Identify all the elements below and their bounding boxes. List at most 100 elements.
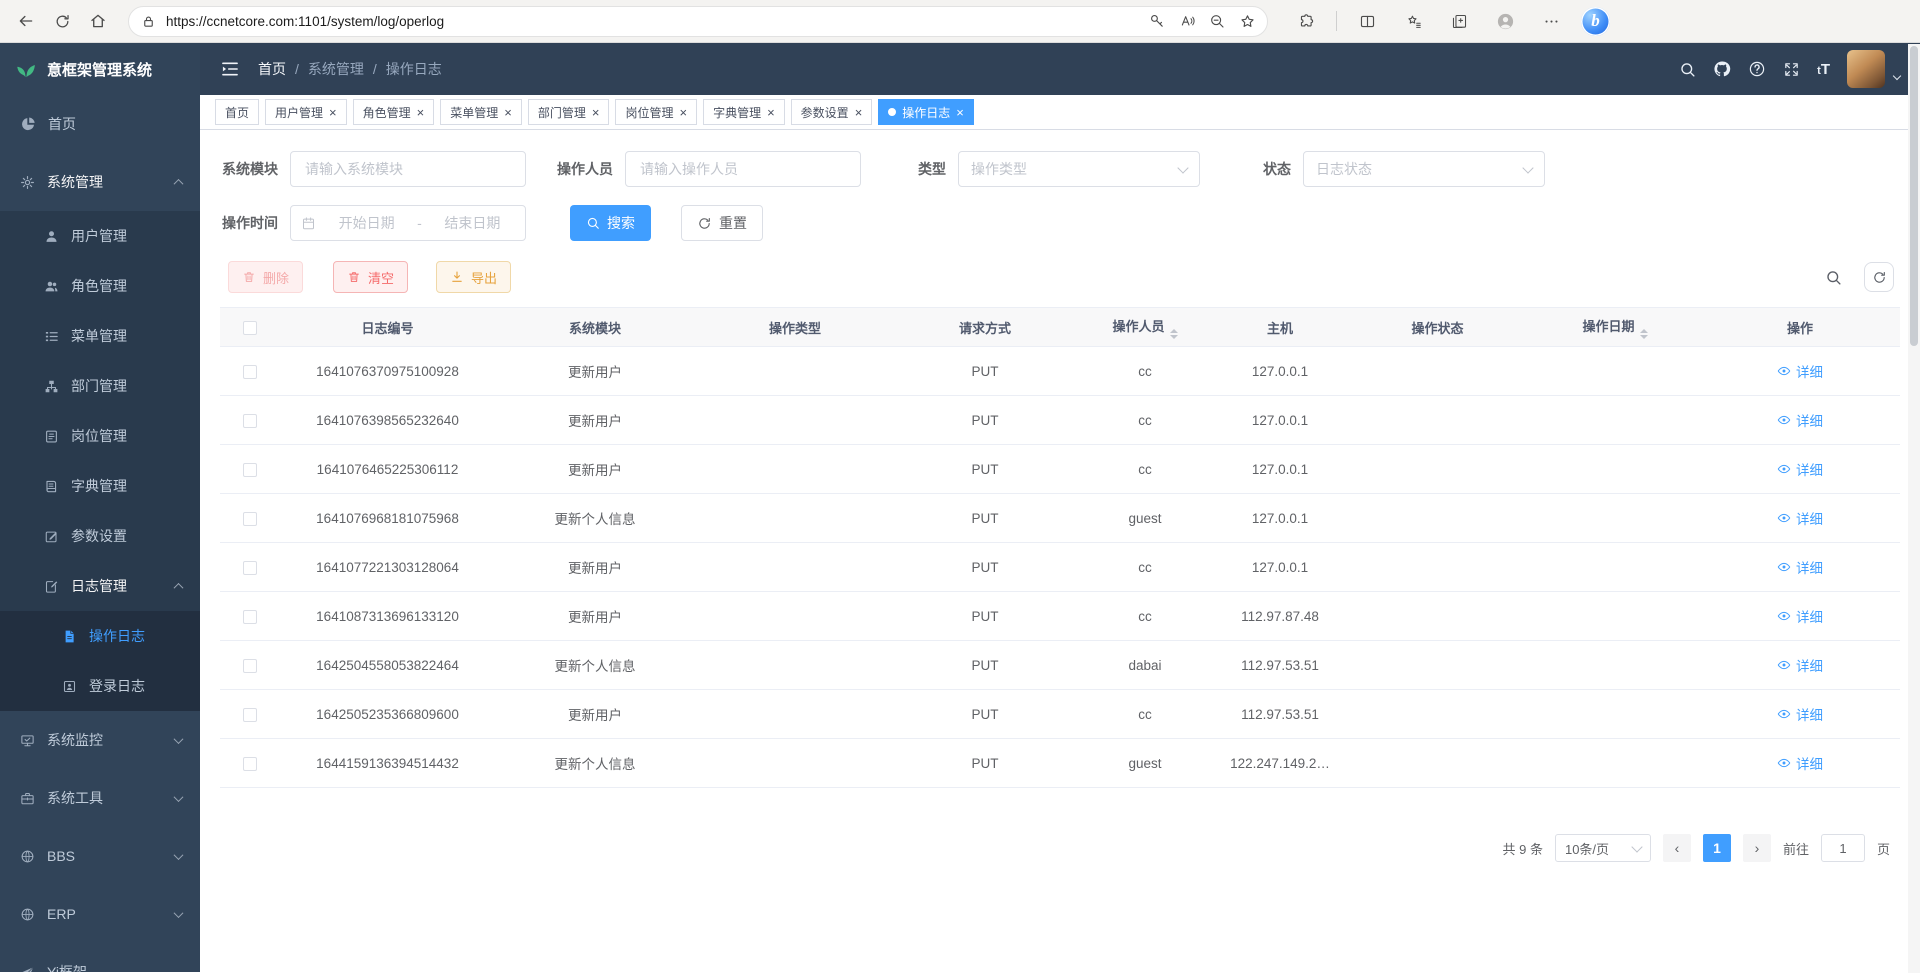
select-all-checkbox[interactable] bbox=[243, 321, 257, 335]
sidebar-item-角色管理[interactable]: 角色管理 bbox=[0, 261, 200, 311]
sidebar-item-部门管理[interactable]: 部门管理 bbox=[0, 361, 200, 411]
close-icon[interactable]: × bbox=[679, 106, 687, 119]
sidebar-item-系统管理[interactable]: 系统管理 bbox=[0, 153, 200, 211]
tab-部门管理[interactable]: 部门管理× bbox=[528, 99, 610, 125]
row-checkbox[interactable] bbox=[243, 659, 257, 673]
copilot-icon[interactable]: b bbox=[1581, 7, 1610, 36]
sidebar-item-系统监控[interactable]: 系统监控 bbox=[0, 711, 200, 769]
detail-link[interactable]: 详细 bbox=[1777, 704, 1823, 724]
sidebar-item-系统工具[interactable]: 系统工具 bbox=[0, 769, 200, 827]
sort-caret-icon[interactable] bbox=[1170, 329, 1178, 339]
home-icon[interactable] bbox=[82, 5, 114, 37]
close-icon[interactable]: × bbox=[417, 106, 425, 119]
detail-link[interactable]: 详细 bbox=[1777, 459, 1823, 479]
refresh-table-icon[interactable] bbox=[1864, 262, 1894, 292]
search-button[interactable]: 搜索 bbox=[570, 205, 651, 241]
row-checkbox[interactable] bbox=[243, 365, 257, 379]
favorites-bar-icon[interactable] bbox=[1397, 5, 1429, 37]
detail-link[interactable]: 详细 bbox=[1777, 508, 1823, 528]
scrollbar-thumb[interactable] bbox=[1910, 46, 1918, 346]
page-scrollbar[interactable] bbox=[1908, 44, 1920, 973]
key-icon[interactable] bbox=[1143, 8, 1171, 34]
sidebar-item-首页[interactable]: 首页 bbox=[0, 95, 200, 153]
detail-link[interactable]: 详细 bbox=[1777, 655, 1823, 675]
breadcrumb-item[interactable]: 系统管理 bbox=[308, 59, 364, 79]
tab-菜单管理[interactable]: 菜单管理× bbox=[440, 99, 522, 125]
toggle-search-icon[interactable] bbox=[1818, 262, 1848, 292]
column-header-操作人员[interactable]: 操作人员 bbox=[1075, 308, 1215, 347]
collections-icon[interactable] bbox=[1443, 5, 1475, 37]
close-icon[interactable]: × bbox=[592, 106, 600, 119]
sort-desc-icon[interactable] bbox=[1170, 335, 1178, 339]
zoom-out-icon[interactable] bbox=[1203, 8, 1231, 34]
row-checkbox[interactable] bbox=[243, 708, 257, 722]
sidebar-item-BBS[interactable]: BBS bbox=[0, 827, 200, 885]
tab-字典管理[interactable]: 字典管理× bbox=[703, 99, 785, 125]
prev-page-button[interactable]: ‹ bbox=[1663, 834, 1691, 862]
module-input[interactable] bbox=[290, 151, 526, 187]
row-checkbox[interactable] bbox=[243, 463, 257, 477]
page-1-button[interactable]: 1 bbox=[1703, 834, 1731, 862]
search-icon[interactable] bbox=[1679, 61, 1696, 78]
row-checkbox[interactable] bbox=[243, 561, 257, 575]
tab-用户管理[interactable]: 用户管理× bbox=[265, 99, 347, 125]
page-size-select[interactable]: 10条/页 bbox=[1555, 834, 1651, 862]
reset-button[interactable]: 重置 bbox=[681, 205, 763, 241]
favorite-add-icon[interactable] bbox=[1233, 8, 1261, 34]
split-screen-icon[interactable] bbox=[1351, 5, 1383, 37]
date-range-picker[interactable]: 开始日期 - 结束日期 bbox=[290, 205, 526, 241]
close-icon[interactable]: × bbox=[767, 106, 775, 119]
sort-desc-icon[interactable] bbox=[1640, 335, 1648, 339]
detail-link[interactable]: 详细 bbox=[1777, 410, 1823, 430]
detail-link[interactable]: 详细 bbox=[1777, 361, 1823, 381]
tab-首页[interactable]: 首页 bbox=[215, 99, 259, 125]
detail-link[interactable]: 详细 bbox=[1777, 557, 1823, 577]
text-size-icon[interactable]: tT bbox=[1817, 61, 1830, 78]
type-select[interactable]: 操作类型 bbox=[958, 151, 1200, 187]
row-checkbox[interactable] bbox=[243, 610, 257, 624]
read-aloud-icon[interactable] bbox=[1173, 8, 1201, 34]
fullscreen-icon[interactable] bbox=[1783, 61, 1800, 78]
sidebar-item-参数设置[interactable]: 参数设置 bbox=[0, 511, 200, 561]
breadcrumb-item[interactable]: 操作日志 bbox=[386, 59, 442, 79]
close-icon[interactable]: × bbox=[855, 106, 863, 119]
breadcrumb-item[interactable]: 首页 bbox=[258, 59, 286, 79]
sort-asc-icon[interactable] bbox=[1170, 329, 1178, 333]
sidebar-item-岗位管理[interactable]: 岗位管理 bbox=[0, 411, 200, 461]
status-select[interactable]: 日志状态 bbox=[1303, 151, 1545, 187]
next-page-button[interactable]: › bbox=[1743, 834, 1771, 862]
sidebar-item-Yi框架[interactable]: Yi框架 bbox=[0, 943, 200, 972]
detail-link[interactable]: 详细 bbox=[1777, 753, 1823, 773]
sidebar-item-日志管理[interactable]: 日志管理 bbox=[0, 561, 200, 611]
sort-caret-icon[interactable] bbox=[1640, 329, 1648, 339]
hamburger-icon[interactable] bbox=[220, 59, 240, 79]
close-icon[interactable]: × bbox=[956, 106, 964, 119]
profile-icon[interactable] bbox=[1489, 5, 1521, 37]
extensions-icon[interactable] bbox=[1290, 5, 1322, 37]
operator-input[interactable] bbox=[625, 151, 861, 187]
help-icon[interactable] bbox=[1748, 60, 1766, 78]
reload-icon[interactable] bbox=[46, 5, 78, 37]
tab-参数设置[interactable]: 参数设置× bbox=[791, 99, 873, 125]
tab-操作日志[interactable]: 操作日志× bbox=[878, 99, 974, 125]
row-checkbox[interactable] bbox=[243, 757, 257, 771]
close-icon[interactable]: × bbox=[329, 106, 337, 119]
back-icon[interactable] bbox=[10, 5, 42, 37]
goto-page-input[interactable] bbox=[1821, 834, 1865, 862]
sidebar-item-用户管理[interactable]: 用户管理 bbox=[0, 211, 200, 261]
tab-岗位管理[interactable]: 岗位管理× bbox=[615, 99, 697, 125]
tab-角色管理[interactable]: 角色管理× bbox=[353, 99, 435, 125]
detail-link[interactable]: 详细 bbox=[1777, 606, 1823, 626]
sidebar-item-字典管理[interactable]: 字典管理 bbox=[0, 461, 200, 511]
delete-button[interactable]: 删除 bbox=[228, 261, 303, 293]
sidebar-item-操作日志[interactable]: 操作日志 bbox=[0, 611, 200, 661]
close-icon[interactable]: × bbox=[504, 106, 512, 119]
user-avatar[interactable] bbox=[1847, 50, 1885, 88]
url-bar[interactable]: https://ccnetcore.com:1101/system/log/op… bbox=[128, 6, 1268, 37]
export-button[interactable]: 导出 bbox=[436, 261, 511, 293]
column-header-操作日期[interactable]: 操作日期 bbox=[1530, 308, 1700, 347]
sort-asc-icon[interactable] bbox=[1640, 329, 1648, 333]
clear-button[interactable]: 清空 bbox=[333, 261, 408, 293]
more-icon[interactable] bbox=[1535, 5, 1567, 37]
row-checkbox[interactable] bbox=[243, 414, 257, 428]
